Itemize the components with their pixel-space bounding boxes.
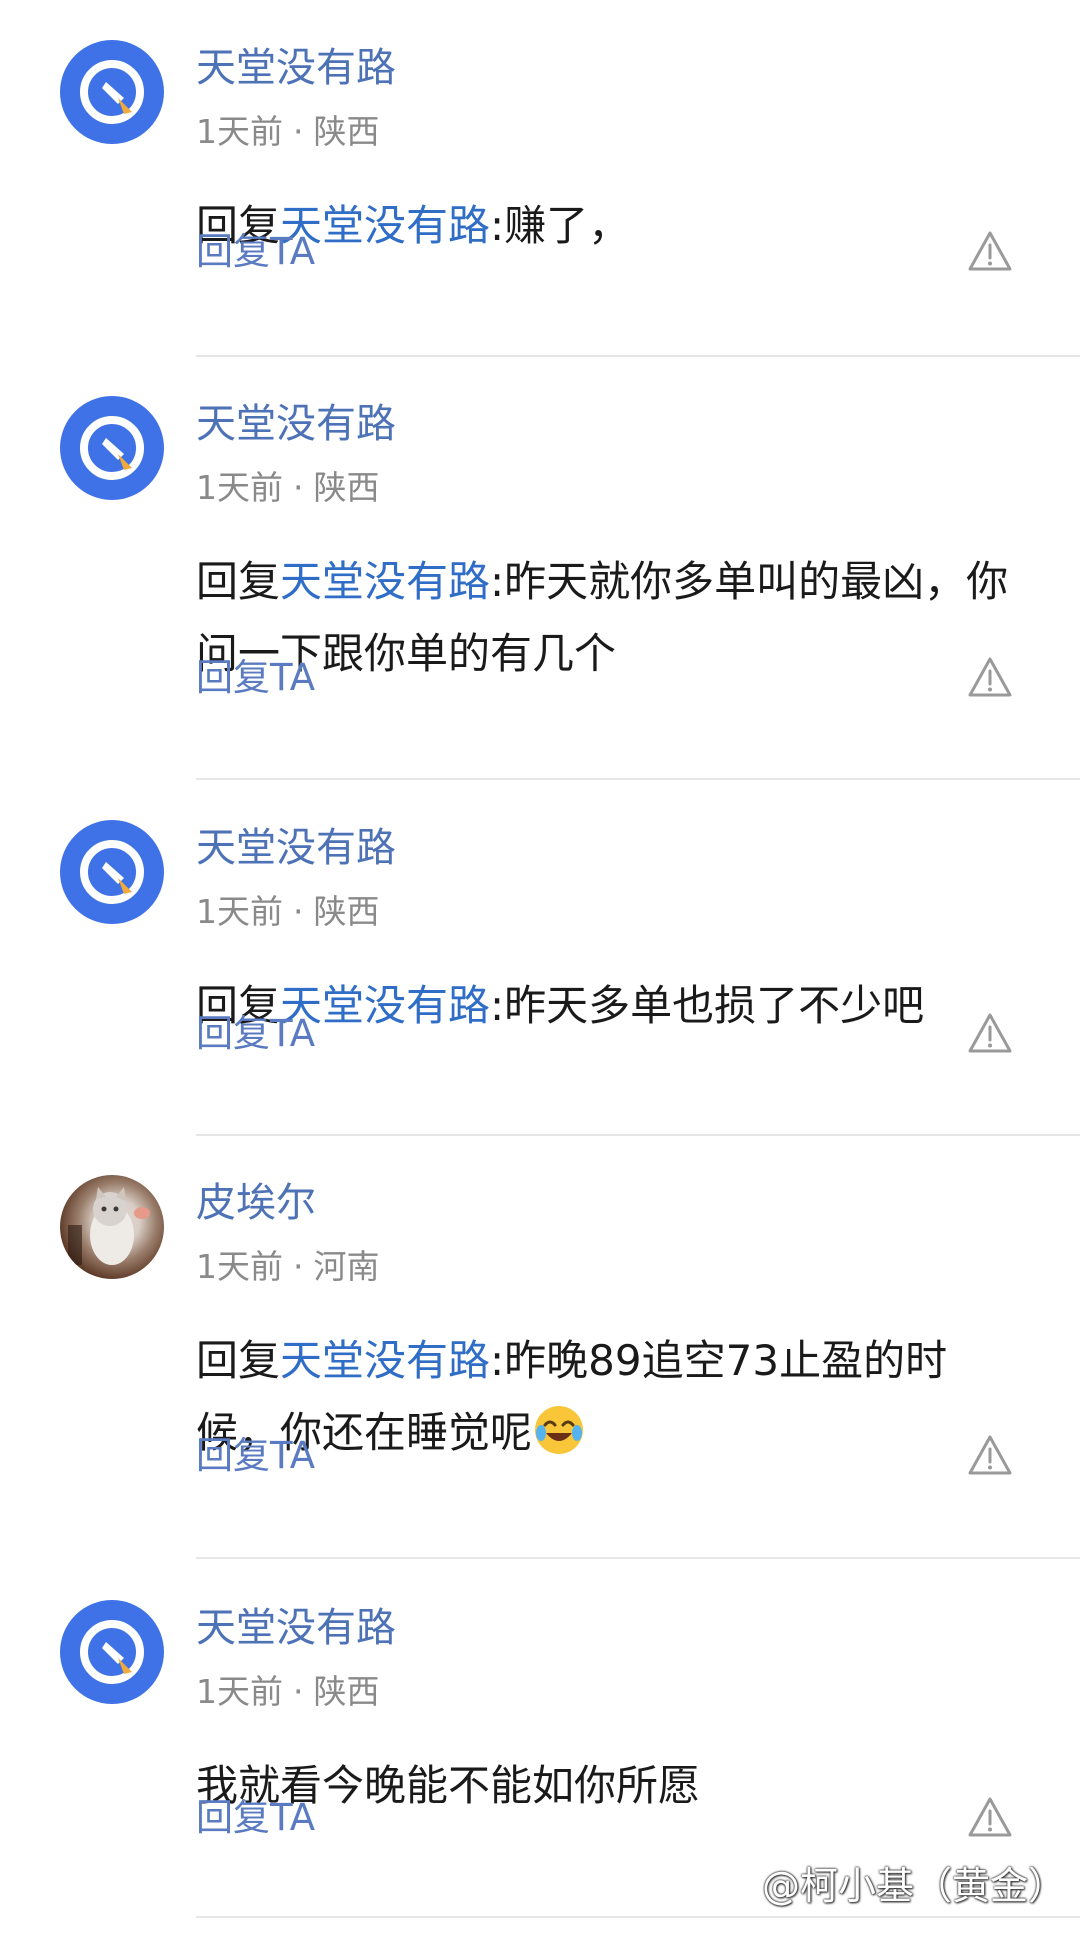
cat-photo xyxy=(68,1187,150,1265)
comment-location: 陕西 xyxy=(313,892,380,931)
reply-button[interactable]: 回复TA xyxy=(196,1012,315,1056)
rocket-icon xyxy=(80,60,144,124)
comment-time: 1天前 xyxy=(196,892,283,931)
rocket-icon xyxy=(80,840,144,904)
username[interactable]: 皮埃尔 xyxy=(196,1179,316,1227)
comment-time: 1天前 xyxy=(196,468,283,507)
reply-button[interactable]: 回复TA xyxy=(196,656,315,700)
warning-triangle-icon[interactable] xyxy=(966,229,1014,273)
comment-item: 天堂没有路 1天前 · 陕西 回复天堂没有路:赚了， 回复TA xyxy=(0,0,1080,357)
comment-time: 1天前 xyxy=(196,1672,283,1711)
comment-body: :赚了， xyxy=(490,201,631,250)
avatar[interactable] xyxy=(60,40,164,144)
comment-location: 陕西 xyxy=(313,468,380,507)
reply-button[interactable]: 回复TA xyxy=(196,1796,315,1840)
meta-separator: · xyxy=(293,1672,304,1711)
comment-text: 回复天堂没有路:昨天就你多单叫的最凶，你问一下跟你单的有几个 xyxy=(196,546,1026,690)
comment-location: 陕西 xyxy=(313,1672,380,1711)
avatar[interactable] xyxy=(60,396,164,500)
laughing-crying-emoji xyxy=(535,1406,584,1454)
comment-item: 天堂没有路 1天前 · 陕西 回复天堂没有路:昨天多单也损了不少吧 回复TA xyxy=(0,780,1080,1137)
divider xyxy=(196,1916,1080,1918)
username[interactable]: 天堂没有路 xyxy=(196,1604,396,1652)
warning-triangle-icon[interactable] xyxy=(966,1433,1014,1477)
comment-text: 回复天堂没有路:昨天多单也损了不少吧 xyxy=(196,970,1026,1042)
divider xyxy=(196,1557,1080,1559)
warning-triangle-icon[interactable] xyxy=(966,1011,1014,1055)
avatar[interactable] xyxy=(60,820,164,924)
comment-meta: 1天前 · 陕西 xyxy=(196,892,380,932)
meta-separator: · xyxy=(293,468,304,507)
comment-location: 陕西 xyxy=(313,112,380,151)
reply-button[interactable]: 回复TA xyxy=(196,1434,315,1478)
avatar[interactable] xyxy=(60,1600,164,1704)
comment-body: :昨天多单也损了不少吧 xyxy=(490,981,925,1030)
comment-location: 河南 xyxy=(313,1247,380,1286)
reply-button[interactable]: 回复TA xyxy=(196,230,315,274)
comment-meta: 1天前 · 陕西 xyxy=(196,1672,380,1712)
warning-triangle-icon[interactable] xyxy=(966,655,1014,699)
avatar[interactable] xyxy=(60,1175,164,1279)
meta-separator: · xyxy=(293,1247,304,1286)
rocket-icon xyxy=(80,1620,144,1684)
reply-prefix: 回复 xyxy=(196,1336,281,1385)
brand-logo-icon xyxy=(731,1878,756,1903)
comment-meta: 1天前 · 河南 xyxy=(196,1247,380,1287)
mention-link[interactable]: 天堂没有路 xyxy=(280,557,490,606)
watermark-text: @柯小基（黄金） xyxy=(761,1864,1066,1908)
watermark: @柯小基（黄金） xyxy=(728,1855,1066,1910)
username[interactable]: 天堂没有路 xyxy=(196,44,396,92)
comment-meta: 1天前 · 陕西 xyxy=(196,112,380,152)
comment-time: 1天前 xyxy=(196,1247,283,1286)
warning-triangle-icon[interactable] xyxy=(966,1795,1014,1839)
comment-meta: 1天前 · 陕西 xyxy=(196,468,380,508)
comment-time: 1天前 xyxy=(196,112,283,151)
comment-item: 天堂没有路 1天前 · 陕西 回复天堂没有路:昨天就你多单叫的最凶，你问一下跟你单的… xyxy=(0,356,1080,780)
comment-text: 回复天堂没有路:昨晚89追空73止盈的时候，你还在睡觉呢 xyxy=(196,1325,1026,1469)
comment-text: 我就看今晚能不能如你所愿 xyxy=(196,1750,1026,1822)
comment-text: 回复天堂没有路:赚了， xyxy=(196,190,1026,262)
comment-item: 皮埃尔 1天前 · 河南 回复天堂没有路:昨晚89追空73止盈的时候，你还在睡觉呢 … xyxy=(0,1135,1080,1559)
meta-separator: · xyxy=(293,892,304,931)
username[interactable]: 天堂没有路 xyxy=(196,400,396,448)
mention-link[interactable]: 天堂没有路 xyxy=(280,1336,490,1385)
reply-prefix: 回复 xyxy=(196,557,281,606)
username[interactable]: 天堂没有路 xyxy=(196,824,396,872)
meta-separator: · xyxy=(293,112,304,151)
rocket-icon xyxy=(80,416,144,480)
